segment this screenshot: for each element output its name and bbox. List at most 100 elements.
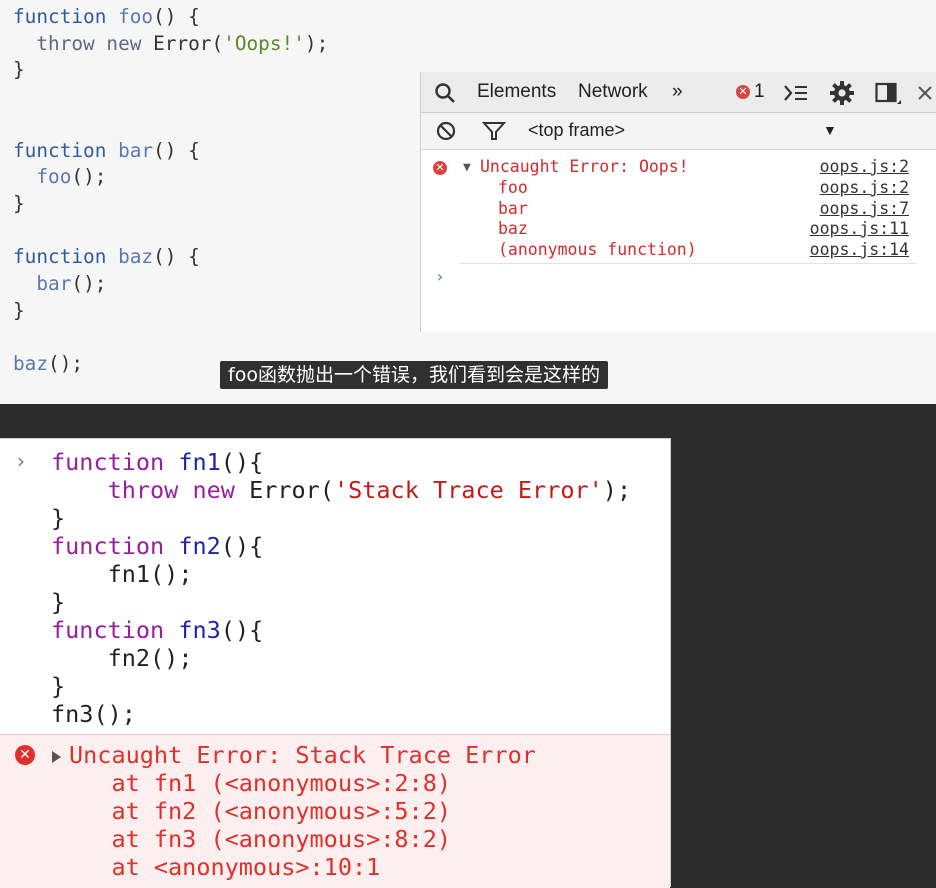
console-drawer-icon[interactable]: [783, 82, 809, 104]
console-prompt-icon[interactable]: ›: [435, 267, 445, 286]
code-token: fn1();: [51, 560, 193, 588]
code-token: }: [51, 672, 66, 700]
code-line: function fn2(){: [51, 532, 263, 560]
code-token: fn1: [178, 448, 221, 476]
stack-frame-name: bar: [498, 199, 528, 218]
settings-gear-icon[interactable]: [829, 80, 855, 106]
devtools-panel: Elements Network » ✕ 1 <top frame> ▼ ✕ ▼…: [420, 72, 936, 332]
code-token: fn2();: [51, 644, 193, 672]
code-token: }: [13, 58, 25, 82]
code-token: );: [304, 31, 329, 55]
error-message: Uncaught Error: Oops!: [480, 157, 689, 176]
error-icon: ✕: [15, 745, 35, 765]
expand-triangle-icon[interactable]: [52, 751, 61, 763]
code-line: }: [13, 299, 25, 322]
code-token: function: [13, 138, 119, 162]
stack-frame: at fn3 (<anonymous>:8:2): [69, 825, 452, 853]
code-token: }: [13, 191, 25, 215]
code-line: function fn1(){: [51, 448, 263, 476]
tab-network[interactable]: Network: [578, 81, 648, 103]
error-source-link[interactable]: oops.js:2: [820, 157, 909, 176]
code-line: fn2();: [51, 644, 193, 672]
code-line: fn1();: [51, 560, 193, 588]
code-token: );: [602, 476, 632, 504]
error-count[interactable]: 1: [754, 81, 765, 103]
divider: [459, 263, 917, 264]
code-token: bar: [36, 272, 72, 296]
code-line: function baz() {: [13, 245, 200, 268]
stack-frame-link[interactable]: oops.js:11: [810, 219, 909, 238]
code-token: }: [51, 588, 66, 616]
frame-selector-label[interactable]: <top frame>: [528, 120, 625, 141]
video-slide: function foo() { throw new Error('Oops!'…: [0, 0, 936, 404]
expand-triangle-icon[interactable]: ▼: [463, 160, 471, 175]
code-line: function fn3(){: [51, 616, 263, 644]
source-code-top: function foo() { throw new Error('Oops!'…: [13, 4, 328, 378]
code-line: }: [13, 58, 25, 81]
video-subtitle: foo函数抛出一个错误，我们看到会是这样的: [220, 361, 608, 389]
code-token: fn3();: [51, 700, 136, 728]
code-line: function bar() {: [13, 139, 200, 162]
code-token: throw: [36, 31, 107, 55]
code-token: function: [13, 5, 119, 28]
code-line: throw new Error('Stack Trace Error');: [51, 476, 632, 504]
code-token: fn3: [178, 616, 221, 644]
code-token: function: [51, 616, 179, 644]
devtools-tabbar: Elements Network » ✕ 1: [421, 72, 936, 113]
code-token: (){: [220, 616, 264, 644]
console-filter-bar: <top frame> ▼: [421, 113, 936, 150]
code-token: Error(: [249, 476, 334, 504]
code-token: Error(: [153, 31, 224, 55]
code-line: baz();: [13, 352, 83, 375]
stack-frame: at <anonymous>:10:1: [69, 853, 381, 881]
code-token: () {: [153, 5, 200, 28]
clear-console-icon[interactable]: [436, 121, 456, 141]
search-icon[interactable]: [434, 82, 456, 104]
code-token: ();: [48, 352, 84, 376]
code-token: 'Stack Trace Error': [333, 476, 603, 504]
close-icon[interactable]: [917, 85, 933, 101]
stack-frame-name: foo: [498, 178, 528, 197]
error-output: ✕ Uncaught Error: Stack Trace Error at f…: [0, 734, 670, 888]
stack-frame: at fn2 (<anonymous>:5:2): [69, 797, 452, 825]
stack-frame-link[interactable]: oops.js:2: [820, 178, 909, 197]
stack-frame-name: (anonymous function): [498, 240, 697, 259]
filter-icon[interactable]: [482, 121, 506, 141]
tabs-overflow-icon[interactable]: »: [672, 81, 683, 103]
code-line: fn3();: [51, 700, 136, 728]
code-line: }: [13, 192, 25, 215]
code-token: baz: [13, 352, 49, 376]
code-token: ();: [71, 165, 107, 189]
console-input-code[interactable]: function fn1(){ throw new Error('Stack T…: [51, 448, 631, 728]
code-line: }: [51, 588, 65, 616]
code-token: function: [51, 532, 179, 560]
stack-frame-link[interactable]: oops.js:14: [810, 240, 909, 259]
tab-elements[interactable]: Elements: [477, 81, 556, 103]
code-token: baz: [118, 245, 154, 269]
code-token: }: [51, 504, 66, 532]
code-token: ();: [71, 272, 107, 296]
dock-side-icon[interactable]: [875, 82, 901, 106]
code-line: function foo() {: [13, 5, 200, 28]
code-token: () {: [153, 138, 200, 162]
chevron-down-icon[interactable]: ▼: [823, 122, 837, 138]
error-stack-trace: Uncaught Error: Stack Trace Error at fn1…: [69, 741, 536, 881]
code-line: }: [51, 672, 65, 700]
stack-frame-name: baz: [498, 219, 528, 238]
code-token: (){: [220, 532, 264, 560]
code-token: 'Oops!': [223, 31, 305, 55]
code-line: foo();: [13, 165, 106, 188]
code-line: bar();: [13, 272, 106, 295]
code-token: foo: [36, 165, 72, 189]
code-line: throw new Error('Oops!');: [13, 32, 328, 55]
stack-frame-link[interactable]: oops.js:7: [820, 199, 909, 218]
code-token: new: [106, 31, 154, 55]
code-line: }: [51, 504, 65, 532]
error-message: Uncaught Error: Stack Trace Error: [69, 741, 536, 769]
stack-frame: at fn1 (<anonymous>:2:8): [69, 769, 452, 797]
error-count-icon[interactable]: ✕: [736, 85, 750, 99]
